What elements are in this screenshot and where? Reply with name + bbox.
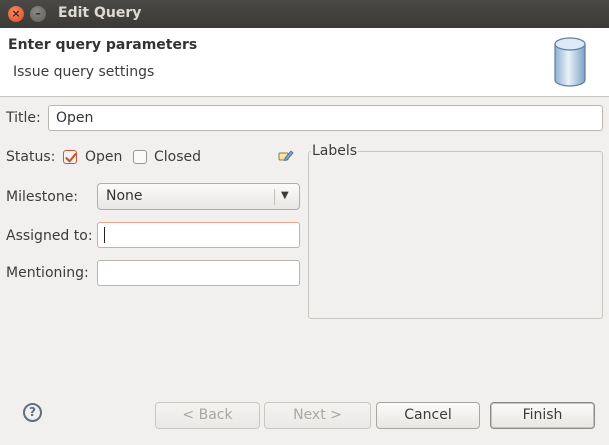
- banner-title: Enter query parameters: [8, 37, 198, 53]
- title-input[interactable]: Open: [48, 105, 603, 131]
- mentioning-label: Mentioning:: [6, 265, 89, 281]
- minimize-window-button[interactable]: –: [30, 6, 46, 22]
- back-button[interactable]: < Back: [155, 402, 260, 429]
- combo-separator: [274, 189, 275, 205]
- help-icon: ?: [29, 405, 36, 419]
- status-open-label[interactable]: Open: [85, 149, 122, 165]
- next-button[interactable]: Next >: [264, 402, 371, 429]
- milestone-select[interactable]: None ▼: [97, 183, 300, 210]
- dropdown-arrow-icon[interactable]: ▼: [281, 190, 289, 201]
- finish-button[interactable]: Finish: [490, 402, 595, 429]
- text-caret: [104, 227, 105, 243]
- milestone-selected-value: None: [106, 188, 143, 204]
- status-closed-checkbox[interactable]: [133, 150, 147, 164]
- close-window-button[interactable]: ×: [8, 6, 24, 22]
- labels-group-title: Labels: [311, 143, 359, 159]
- labels-group[interactable]: [308, 151, 603, 319]
- cancel-button[interactable]: Cancel: [376, 402, 480, 429]
- wizard-banner: Enter query parameters Issue query setti…: [0, 28, 609, 97]
- banner-subtitle: Issue query settings: [13, 64, 155, 80]
- minimize-icon: –: [35, 7, 41, 20]
- title-input-value: Open: [56, 110, 94, 126]
- help-button[interactable]: ?: [23, 403, 42, 422]
- mentioning-input[interactable]: [97, 260, 300, 286]
- close-icon: ×: [11, 7, 21, 20]
- window-titlebar[interactable]: × – Edit Query: [0, 0, 609, 28]
- status-open-checkbox[interactable]: [63, 150, 77, 164]
- status-closed-label[interactable]: Closed: [154, 149, 201, 165]
- assigned-to-label: Assigned to:: [6, 228, 93, 244]
- assigned-to-input[interactable]: [97, 222, 300, 248]
- checkmark-icon: [65, 153, 77, 163]
- title-label: Title:: [6, 110, 41, 126]
- edit-labels-icon[interactable]: [278, 149, 294, 163]
- database-icon: [554, 37, 586, 87]
- status-label: Status:: [6, 149, 56, 165]
- milestone-label: Milestone:: [6, 189, 79, 205]
- window-title: Edit Query: [58, 5, 142, 21]
